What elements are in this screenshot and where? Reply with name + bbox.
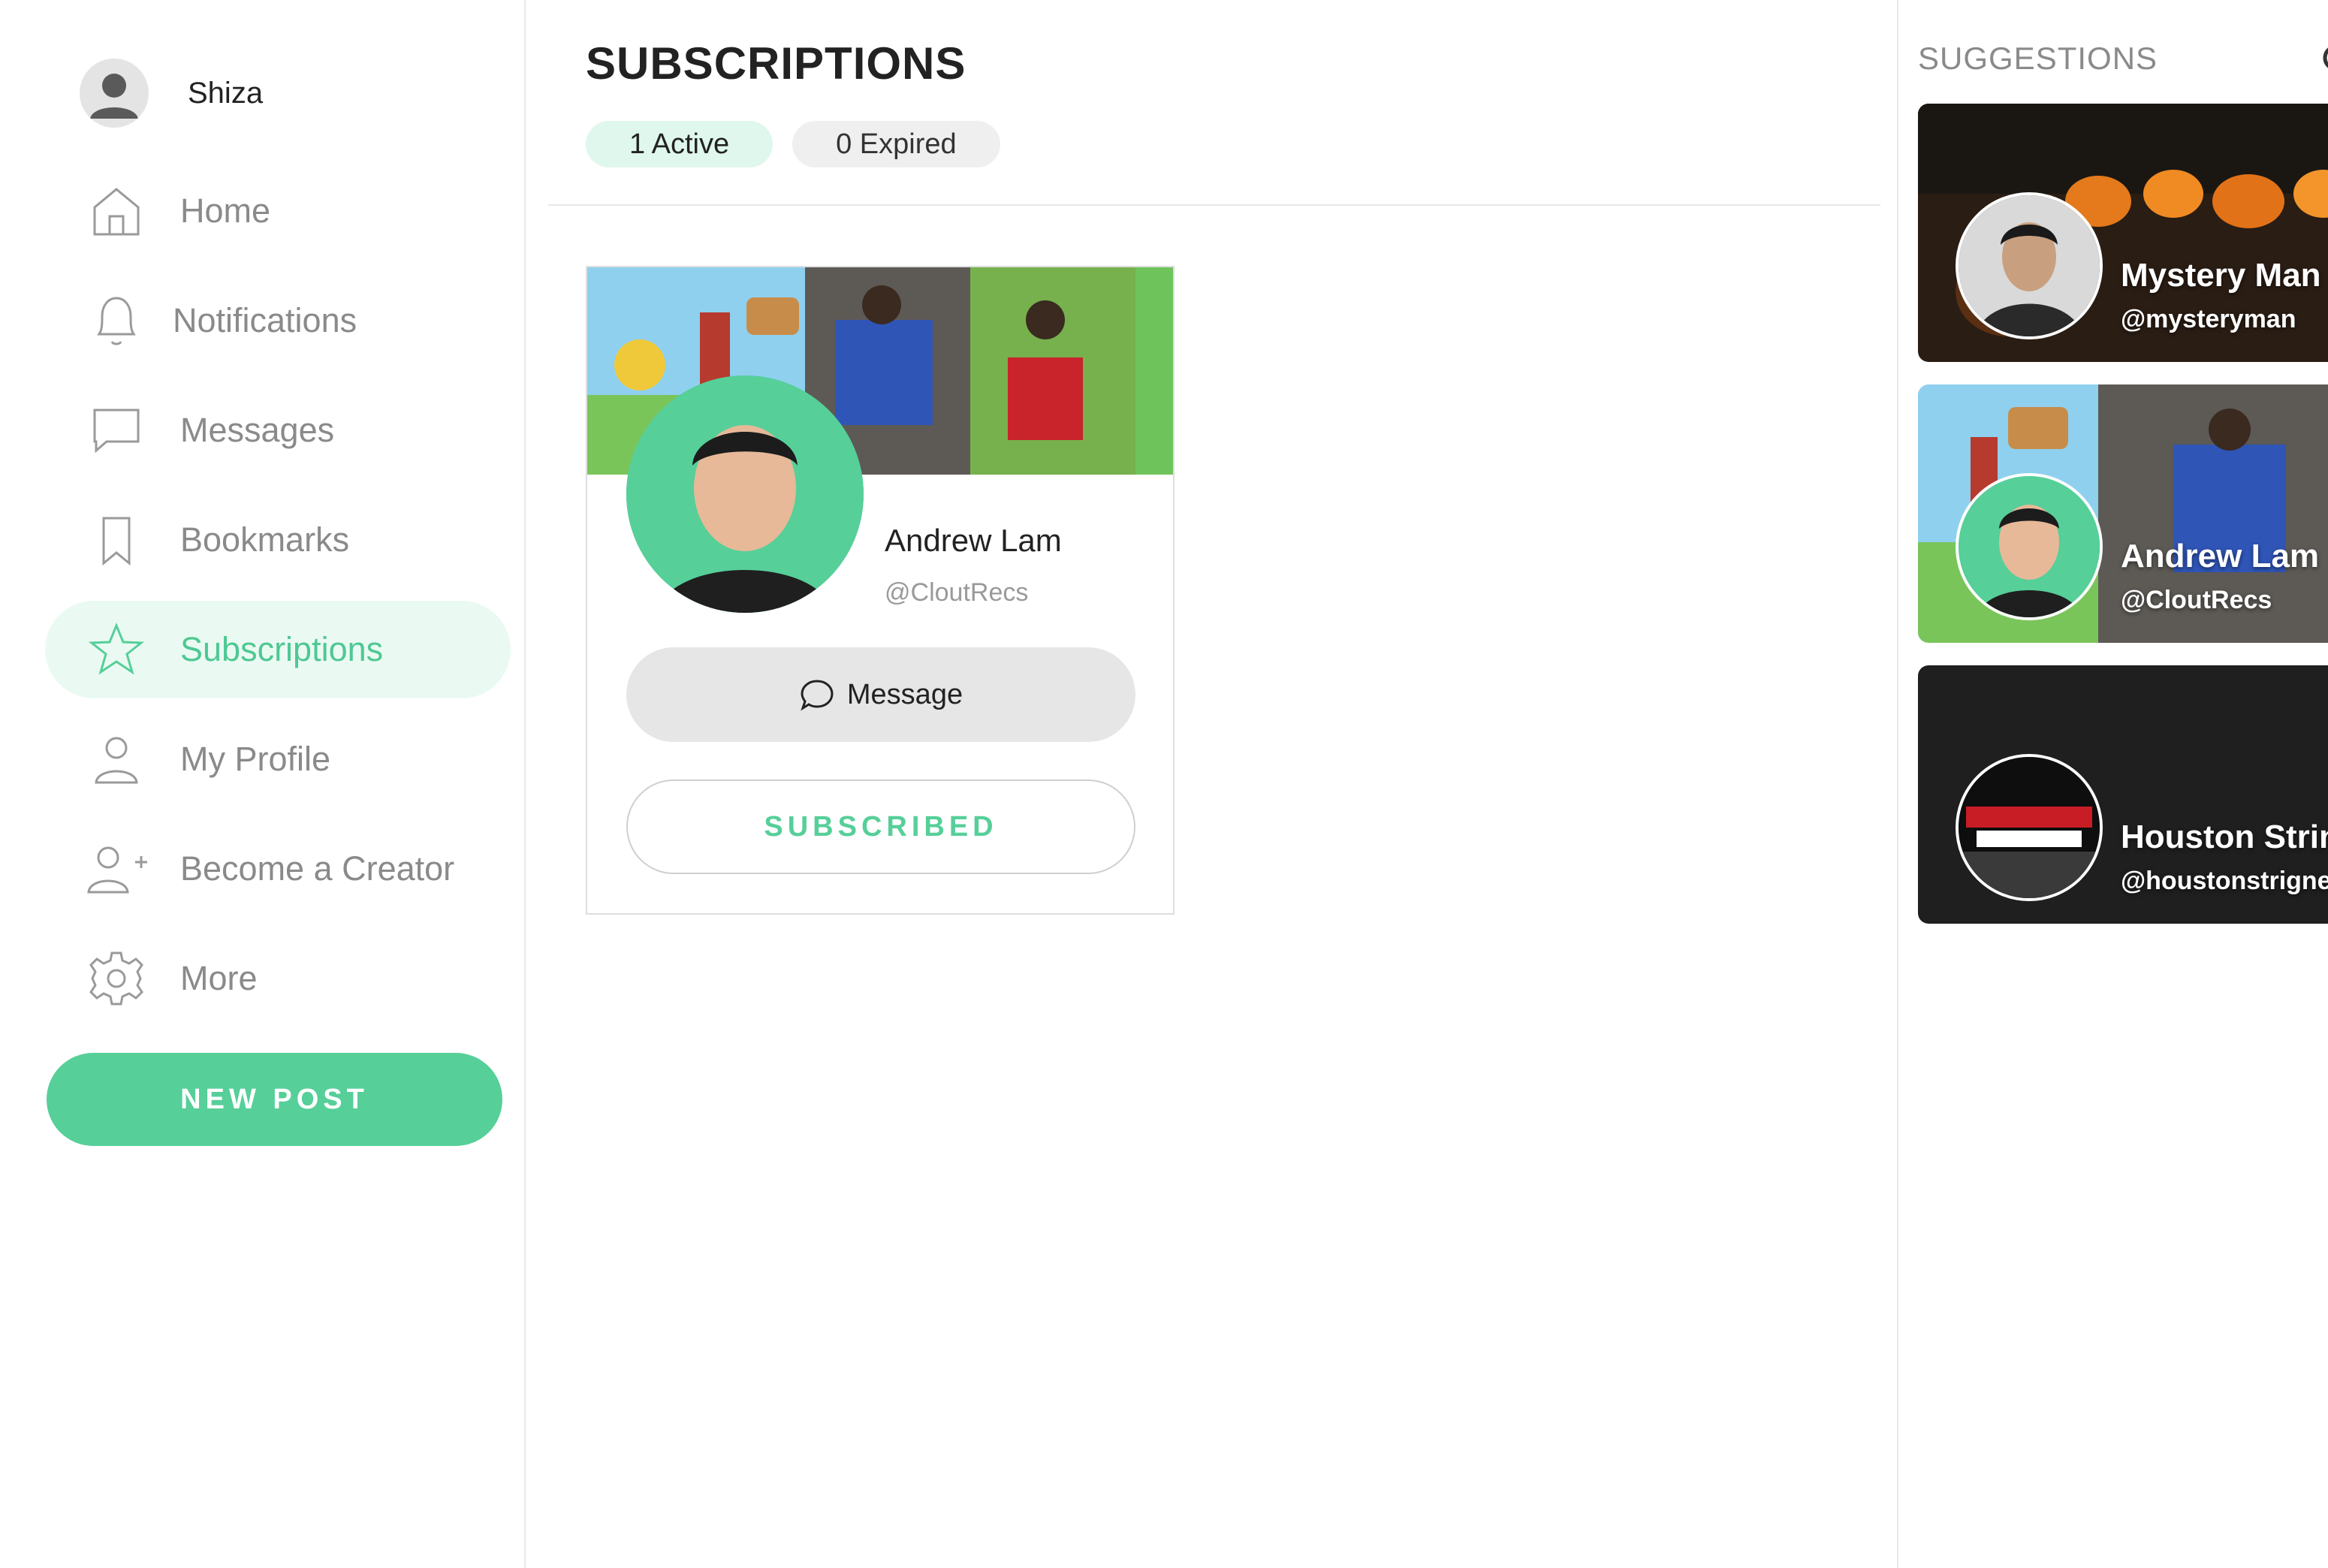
sidebar-item-label: Home	[180, 191, 271, 230]
refresh-icon[interactable]	[2320, 39, 2328, 77]
suggestion-handle: @houstonstrigner	[2121, 867, 2328, 895]
message-button-label: Message	[846, 678, 963, 710]
chat-bubble-icon	[75, 403, 158, 458]
sidebar-item-label: Bookmarks	[180, 520, 350, 559]
suggestion-handle: @CloutRecs	[2121, 586, 2272, 614]
app-page: Shiza Home Notifications Messages Bookma…	[0, 0, 2328, 1568]
user-name[interactable]: Shiza	[188, 77, 263, 110]
main-content: SUBSCRIPTIONS 1 Active 0 Expired Andrew …	[526, 0, 1897, 1568]
suggestions-panel: SUGGESTIONS Mystery Man @mysteryman Andr…	[1897, 0, 2328, 1568]
user-plus-icon	[75, 841, 158, 897]
sidebar-item-label: More	[180, 959, 258, 997]
suggestions-title: SUGGESTIONS	[1918, 41, 2158, 76]
subscription-card: Andrew Lam @CloutRecs Message SUBSCRIBED	[586, 266, 1175, 915]
user-icon	[75, 731, 158, 787]
suggestion-name: Houston Strin	[2121, 819, 2328, 855]
suggestion-card[interactable]: Houston Strin @houstonstrigner	[1918, 665, 2328, 924]
creator-avatar[interactable]	[626, 375, 864, 613]
suggestion-avatar	[1956, 754, 2103, 901]
suggestion-handle: @mysteryman	[2121, 305, 2296, 333]
suggestion-card[interactable]: Mystery Man @mysteryman	[1918, 104, 2328, 362]
message-button[interactable]: Message	[626, 647, 1135, 742]
sidebar-item-subscriptions[interactable]: Subscriptions	[45, 601, 511, 698]
chat-bubble-icon	[799, 677, 835, 713]
sidebar-item-bookmarks[interactable]: Bookmarks	[45, 491, 511, 589]
sidebar-item-become-creator[interactable]: Become a Creator	[45, 820, 511, 918]
divider	[548, 204, 1880, 206]
sidebar-nav: Home Notifications Messages Bookmarks Su…	[45, 162, 511, 1039]
new-post-button[interactable]: NEW POST	[47, 1053, 502, 1146]
bookmark-icon	[75, 512, 158, 568]
suggestion-name: Mystery Man	[2121, 257, 2321, 294]
sidebar-item-home[interactable]: Home	[45, 162, 511, 260]
tab-active[interactable]: 1 Active	[586, 121, 773, 167]
creator-handle[interactable]: @CloutRecs	[885, 578, 1028, 608]
creator-name[interactable]: Andrew Lam	[885, 523, 1062, 559]
sidebar-item-label: Become a Creator	[180, 849, 455, 888]
suggestion-name: Andrew Lam	[2121, 538, 2320, 574]
subscription-tabs: 1 Active 0 Expired	[586, 121, 1020, 167]
person-silhouette-icon	[90, 74, 138, 119]
suggestion-avatar	[1956, 192, 2103, 339]
sidebar-item-notifications[interactable]: Notifications	[45, 272, 511, 369]
subscribed-button[interactable]: SUBSCRIBED	[626, 779, 1135, 874]
sidebar-item-more[interactable]: More	[45, 930, 511, 1027]
current-user[interactable]: Shiza	[80, 57, 263, 129]
sidebar-item-label: Messages	[180, 411, 335, 449]
suggestion-avatar	[1956, 473, 2103, 620]
suggestion-card[interactable]: Andrew Lam @CloutRecs	[1918, 384, 2328, 643]
gear-icon	[75, 948, 158, 1009]
home-icon	[75, 183, 158, 239]
page-title: SUBSCRIPTIONS	[586, 38, 966, 89]
sidebar-item-my-profile[interactable]: My Profile	[45, 710, 511, 808]
tab-expired[interactable]: 0 Expired	[792, 121, 1000, 167]
sidebar: Shiza Home Notifications Messages Bookma…	[0, 0, 526, 1568]
sidebar-item-label: Notifications	[173, 301, 357, 339]
star-icon	[75, 621, 158, 678]
sidebar-item-messages[interactable]: Messages	[45, 381, 511, 479]
sidebar-item-label: My Profile	[180, 740, 331, 778]
bell-icon	[75, 291, 158, 351]
sidebar-item-label: Subscriptions	[180, 630, 384, 668]
avatar[interactable]	[80, 59, 149, 128]
